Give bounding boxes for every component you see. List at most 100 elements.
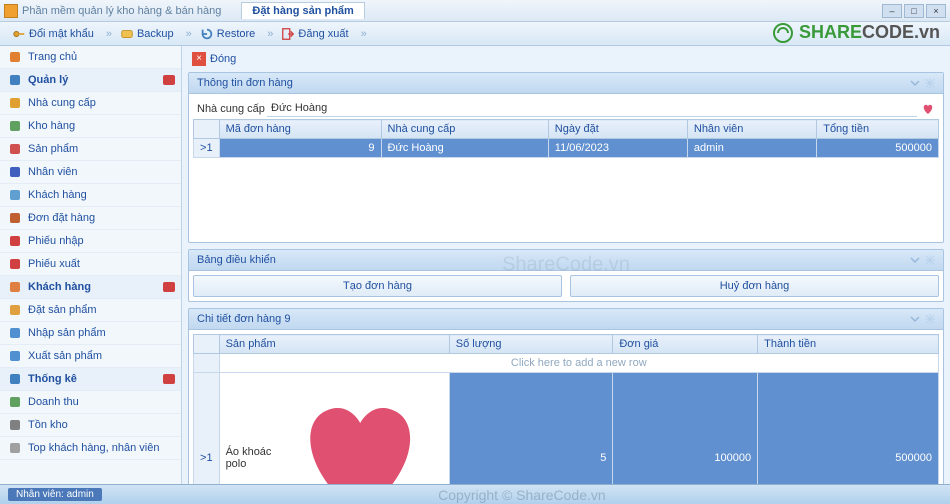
sidebar-item-top[interactable]: Top khách hàng, nhân viên	[0, 437, 181, 460]
new-row-hint[interactable]: Click here to add a new row	[219, 354, 938, 373]
col-total[interactable]: Tổng tiền	[817, 120, 939, 139]
col-qty[interactable]: Số lượng	[449, 335, 613, 354]
titlebar: Phần mềm quản lý kho hàng & bán hàng Đặt…	[0, 0, 950, 22]
sidebar-item-label: Đặt sản phẩm	[28, 304, 96, 316]
watermark-logo: SHARECODE.vn	[772, 22, 940, 44]
sidebar-item-manage[interactable]: Quản lý	[0, 69, 181, 92]
order-row[interactable]: >1 9 Đức Hoàng 11/06/2023 admin 500000	[194, 139, 939, 158]
sidebar-item-label: Kho hàng	[28, 120, 75, 132]
supplier-field[interactable]: Đức Hoàng	[267, 100, 917, 117]
minimize-button[interactable]: ‒	[882, 4, 902, 18]
collapse-icon[interactable]	[908, 253, 922, 267]
staff-icon	[8, 165, 22, 179]
order-grid: Mã đơn hàng Nhà cung cấp Ngày đặt Nhân v…	[193, 119, 939, 158]
create-order-button[interactable]: Tạo đơn hàng	[193, 275, 562, 297]
sidebar-item-exportprod[interactable]: Xuất sản phẩm	[0, 345, 181, 368]
sidebar-item-revenue[interactable]: Doanh thu	[0, 391, 181, 414]
home-icon	[8, 50, 22, 64]
warehouse-icon	[8, 119, 22, 133]
badge-icon	[163, 282, 175, 292]
sidebar-item-staff[interactable]: Nhân viên	[0, 161, 181, 184]
top-icon	[8, 441, 22, 455]
app-icon	[4, 4, 18, 18]
app-title: Phần mềm quản lý kho hàng & bán hàng	[22, 5, 221, 17]
close-icon: ×	[192, 52, 206, 66]
customer2-icon	[8, 280, 22, 294]
orderprod-icon	[8, 303, 22, 317]
sidebar-item-importprod[interactable]: Nhập sản phẩm	[0, 322, 181, 345]
restore-icon	[200, 27, 214, 41]
sidebar-item-home[interactable]: Trang chủ	[0, 46, 181, 69]
sidebar-item-customer[interactable]: Khách hàng	[0, 184, 181, 207]
close-tab-button[interactable]: × Đóng	[192, 52, 236, 66]
heart-icon[interactable]	[921, 102, 935, 116]
col-order-id[interactable]: Mã đơn hàng	[219, 120, 381, 139]
maximize-button[interactable]: □	[904, 4, 924, 18]
statusbar: Nhân viên: admin Copyright © ShareCode.v…	[0, 484, 950, 504]
sidebar-item-label: Nhà cung cấp	[28, 97, 96, 109]
sidebar-item-label: Thống kê	[28, 373, 77, 385]
col-amount[interactable]: Thành tiền	[758, 335, 939, 354]
sidebar-item-label: Top khách hàng, nhân viên	[28, 442, 160, 454]
sidebar-item-label: Xuất sản phẩm	[28, 350, 102, 362]
close-window-button[interactable]: ×	[926, 4, 946, 18]
stats-icon	[8, 372, 22, 386]
revenue-icon	[8, 395, 22, 409]
snowflake-icon	[925, 255, 935, 265]
col-staff[interactable]: Nhân viên	[687, 120, 816, 139]
manage-icon	[8, 73, 22, 87]
order-info-panel: Thông tin đơn hàng Nhà cung cấp Đức Hoàn…	[188, 72, 944, 243]
control-panel-header: Bảng điều khiển	[189, 250, 943, 271]
sidebar-item-order[interactable]: Đơn đặt hàng	[0, 207, 181, 230]
detail-row[interactable]: >1 Áo khoác polo 5 100000 500000	[194, 373, 939, 485]
current-user-status: Nhân viên: admin	[8, 488, 102, 501]
sidebar-item-product[interactable]: Sản phẩm	[0, 138, 181, 161]
sidebar-item-stats[interactable]: Thống kê	[0, 368, 181, 391]
product-icon	[8, 142, 22, 156]
footer-copyright: Copyright © ShareCode.vn	[102, 487, 942, 503]
sidebar-item-label: Phiếu xuất	[28, 258, 80, 270]
supplier-label: Nhà cung cấp	[197, 103, 267, 115]
col-supplier[interactable]: Nhà cung cấp	[381, 120, 548, 139]
sidebar-item-label: Khách hàng	[28, 189, 87, 201]
detail-grid: Sản phẩm Số lượng Đơn giá Thành tiền Cli…	[193, 334, 939, 484]
sidebar-item-export[interactable]: Phiếu xuất	[0, 253, 181, 276]
exportprod-icon	[8, 349, 22, 363]
customer-icon	[8, 188, 22, 202]
sidebar-item-label: Nhân viên	[28, 166, 78, 178]
collapse-icon[interactable]	[908, 76, 922, 90]
sidebar-item-warehouse[interactable]: Kho hàng	[0, 115, 181, 138]
control-panel: Bảng điều khiển Tạo đơn hàng Huỷ đơn hàn…	[188, 249, 944, 302]
heart-icon[interactable]	[278, 376, 442, 484]
sidebar-item-label: Quản lý	[28, 74, 68, 86]
collapse-icon[interactable]	[908, 312, 922, 326]
import-icon	[8, 234, 22, 248]
key-icon	[12, 27, 26, 41]
restore-button[interactable]: Restore	[194, 25, 262, 43]
importprod-icon	[8, 326, 22, 340]
sidebar-item-customer2[interactable]: Khách hàng	[0, 276, 181, 299]
sidebar: Trang chủ Quản lý Nhà cung cấp Kho hàng Sản …	[0, 46, 182, 484]
backup-icon	[120, 27, 134, 41]
sidebar-item-label: Phiếu nhập	[28, 235, 84, 247]
order-icon	[8, 211, 22, 225]
sidebar-item-import[interactable]: Phiếu nhập	[0, 230, 181, 253]
sidebar-item-label: Tồn kho	[28, 419, 68, 431]
sidebar-item-orderprod[interactable]: Đặt sản phẩm	[0, 299, 181, 322]
sidebar-item-label: Đơn đặt hàng	[28, 212, 95, 224]
backup-button[interactable]: Backup	[114, 25, 180, 43]
logout-button[interactable]: Đăng xuất	[275, 25, 354, 43]
active-tab[interactable]: Đặt hàng sản phẩm	[241, 2, 364, 19]
badge-icon	[163, 75, 175, 85]
sidebar-item-stock[interactable]: Tồn kho	[0, 414, 181, 437]
change-password-button[interactable]: Đổi mật khẩu	[6, 25, 100, 43]
col-product[interactable]: Sản phẩm	[219, 335, 449, 354]
cancel-order-button[interactable]: Huỷ đơn hàng	[570, 275, 939, 297]
col-date[interactable]: Ngày đặt	[548, 120, 687, 139]
order-detail-header: Chi tiết đơn hàng 9	[189, 309, 943, 330]
col-price[interactable]: Đơn giá	[613, 335, 758, 354]
sidebar-item-label: Trang chủ	[28, 51, 77, 63]
logo-icon	[772, 22, 794, 44]
export-icon	[8, 257, 22, 271]
sidebar-item-supplier[interactable]: Nhà cung cấp	[0, 92, 181, 115]
